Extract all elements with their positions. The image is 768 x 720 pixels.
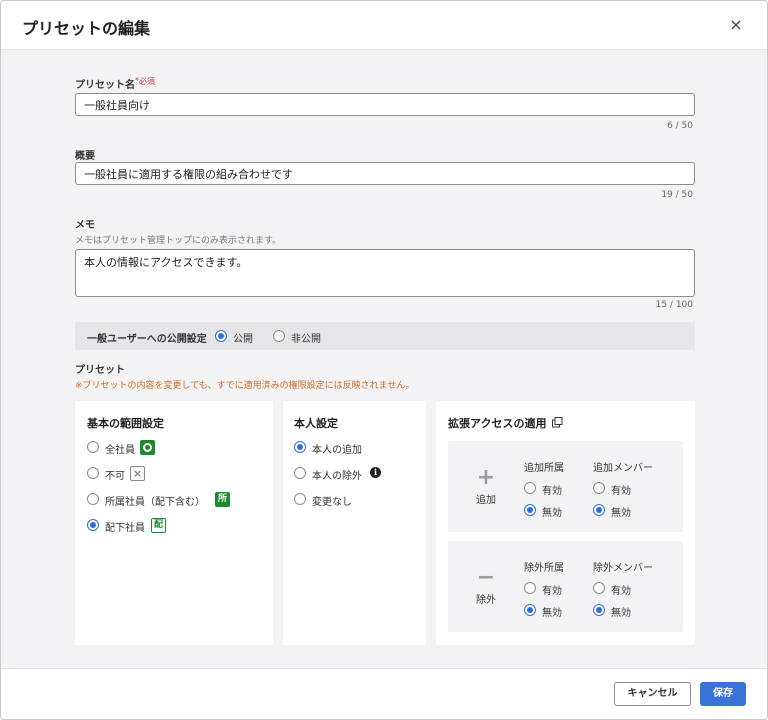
remove-affiliation-head: 除外所属 [524, 563, 564, 574]
summary-counter: 19 / 50 [661, 190, 693, 200]
scope-none-label: 不可 [105, 471, 125, 482]
preset-name-label-text: プリセット名 [75, 80, 135, 91]
summary-label: 概要 [75, 151, 95, 162]
extended-card-title: 拡張アクセスの適用 [448, 417, 547, 430]
remove-member-on-radio[interactable] [593, 582, 605, 594]
add-member-on-radio[interactable] [593, 482, 605, 494]
preset-name-input[interactable] [75, 93, 695, 116]
scope-all-radio[interactable] [87, 441, 99, 453]
remove-member-head: 除外メンバー [593, 563, 653, 574]
self-add-label: 本人の追加 [312, 445, 362, 456]
minus-icon: − [476, 565, 496, 590]
remove-affiliation-off-label: 無効 [542, 608, 562, 619]
memo-textarea[interactable]: 本人の情報にアクセスできます。 [75, 249, 695, 297]
scope-subordinate-radio[interactable] [87, 519, 99, 531]
add-affiliation-off-radio[interactable] [524, 504, 536, 516]
preset-name-label: プリセット名*必須 [75, 76, 155, 91]
scope-card: 基本の範囲設定 全社員 不可 × 所属社員（配下含む） 所 配下社員 配 [75, 401, 273, 645]
dialog-title: プリセットの編集 [22, 19, 151, 38]
self-nochange-radio[interactable] [294, 493, 306, 505]
summary-input[interactable] [75, 162, 695, 185]
remove-affiliation-off-radio[interactable] [524, 604, 536, 616]
extended-add-box: + 追加 追加所属 追加メンバー 有効 無効 有効 無効 [448, 441, 683, 532]
memo-counter: 15 / 100 [655, 300, 693, 310]
edit-preset-dialog: プリセットの編集 × プリセット名*必須 6 / 50 概要 19 / 50 メ… [0, 0, 768, 720]
add-member-off-radio[interactable] [593, 504, 605, 516]
visibility-public-label: 公開 [233, 334, 253, 345]
scope-none-radio[interactable] [87, 467, 99, 479]
scope-card-title: 基本の範囲設定 [87, 417, 164, 430]
circle-icon [140, 440, 155, 455]
visibility-private-label: 非公開 [291, 334, 321, 345]
self-exclude-label: 本人の除外 [312, 471, 362, 482]
scope-affiliated-radio[interactable] [87, 493, 99, 505]
self-card: 本人設定 本人の追加 本人の除外 i 変更なし [283, 401, 426, 645]
plus-icon: + [476, 465, 496, 490]
affiliated-badge: 所 [215, 492, 230, 507]
dialog-footer: キャンセル 保存 [1, 668, 767, 719]
add-affiliation-on-label: 有効 [542, 486, 562, 497]
add-label: 追加 [476, 495, 496, 506]
preset-name-counter: 6 / 50 [667, 121, 693, 131]
memo-label: メモ [75, 220, 95, 231]
preset-section-title: プリセット [75, 365, 125, 376]
dialog-header: プリセットの編集 × [1, 1, 767, 50]
memo-hint: メモはプリセット管理トップにのみ表示されます。 [75, 236, 282, 246]
add-member-head: 追加メンバー [593, 463, 653, 474]
visibility-private-radio[interactable] [273, 330, 285, 342]
add-member-off-label: 無効 [611, 508, 631, 519]
remove-affiliation-on-label: 有効 [542, 586, 562, 597]
remove-member-off-radio[interactable] [593, 604, 605, 616]
visibility-label: 一般ユーザーへの公開設定 [87, 334, 207, 345]
save-button[interactable]: 保存 [700, 682, 746, 706]
self-nochange-label: 変更なし [312, 497, 352, 508]
visibility-public-radio[interactable] [215, 330, 227, 342]
x-icon: × [130, 466, 145, 481]
extended-access-card: 拡張アクセスの適用 + 追加 追加所属 追加メンバー 有効 無効 有効 無効 −… [436, 401, 695, 645]
add-member-on-label: 有効 [611, 486, 631, 497]
cancel-button[interactable]: キャンセル [614, 682, 691, 706]
remove-affiliation-on-radio[interactable] [524, 582, 536, 594]
extended-remove-box: − 除外 除外所属 除外メンバー 有効 無効 有効 無効 [448, 541, 683, 632]
self-card-title: 本人設定 [294, 417, 338, 430]
add-affiliation-on-radio[interactable] [524, 482, 536, 494]
scope-affiliated-label: 所属社員（配下含む） [105, 497, 205, 508]
remove-member-on-label: 有効 [611, 586, 631, 597]
add-affiliation-head: 追加所属 [524, 463, 564, 474]
self-add-radio[interactable] [294, 441, 306, 453]
scope-subordinate-label: 配下社員 [105, 523, 145, 534]
preset-warning: ※プリセットの内容を変更しても、すでに適用済みの権限設定には反映されません。 [75, 381, 415, 391]
add-affiliation-off-label: 無効 [542, 508, 562, 519]
scope-all-label: 全社員 [105, 445, 135, 456]
visibility-setting-bar: 一般ユーザーへの公開設定 公開 非公開 [75, 322, 695, 350]
remove-label: 除外 [476, 595, 496, 606]
self-exclude-radio[interactable] [294, 467, 306, 479]
subordinate-badge: 配 [151, 518, 166, 533]
remove-member-off-label: 無効 [611, 608, 631, 619]
info-icon[interactable]: i [370, 467, 381, 478]
close-icon[interactable]: × [727, 16, 745, 34]
required-text: 必須 [139, 77, 155, 86]
external-link-icon[interactable] [552, 417, 563, 428]
